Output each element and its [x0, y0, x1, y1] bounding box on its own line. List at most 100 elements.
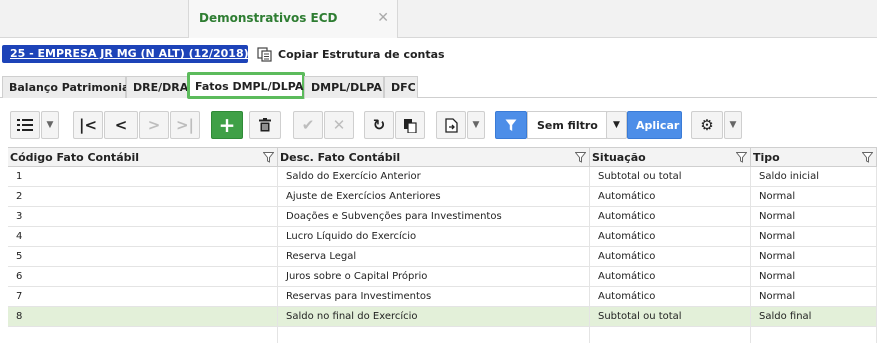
table-row-selected[interactable]: 8 Saldo no final do Exercício Subtotal o…: [8, 307, 877, 327]
filter-select[interactable]: Sem filtro: [527, 111, 607, 139]
column-header-tipo[interactable]: Tipo: [751, 148, 877, 167]
cell-descricao: Doações e Subvenções para Investimentos: [278, 207, 590, 227]
cell-descricao: Lucro Líquido do Exercício: [278, 227, 590, 247]
list-view-button[interactable]: [10, 111, 40, 139]
first-record-button[interactable]: |<: [73, 111, 103, 139]
cell-situacao: Automático: [590, 247, 751, 267]
cell-descricao: Juros sobre o Capital Próprio: [278, 267, 590, 287]
filter-dropdown[interactable]: ▼: [606, 111, 627, 139]
cancel-button[interactable]: ✕: [324, 111, 354, 139]
cell-tipo: Normal: [751, 207, 877, 227]
column-filter-icon[interactable]: [736, 152, 747, 163]
table-row[interactable]: 5 Reserva Legal Automático Normal: [8, 247, 877, 267]
next-icon: >: [147, 116, 161, 134]
column-filter-icon[interactable]: [575, 152, 586, 163]
list-view-dropdown[interactable]: ▼: [41, 111, 59, 139]
empty-cell: [751, 327, 877, 343]
table-row[interactable]: 1 Saldo do Exercício Anterior Subtotal o…: [8, 167, 877, 187]
chevron-down-icon: ▼: [472, 120, 480, 130]
table-row[interactable]: 3 Doações e Subvenções para Investimento…: [8, 207, 877, 227]
column-filter-icon[interactable]: [862, 152, 873, 163]
cell-codigo: 8: [8, 307, 278, 327]
empty-cell: [590, 327, 751, 343]
copy-structure-label: Copiar Estrutura de contas: [278, 47, 445, 61]
cell-descricao: Saldo do Exercício Anterior: [278, 167, 590, 187]
tab-dmpl-dlpa[interactable]: DMPL/DLPA: [304, 76, 384, 98]
confirm-icon: ✔: [301, 116, 315, 134]
empty-cell: [278, 327, 590, 343]
cell-codigo: 1: [8, 167, 278, 187]
next-record-button[interactable]: >: [139, 111, 169, 139]
export-button[interactable]: [436, 111, 466, 139]
chevron-down-icon: ▼: [613, 120, 620, 130]
cell-situacao: Subtotal ou total: [590, 167, 751, 187]
cell-tipo: Normal: [751, 287, 877, 307]
copy-structure-icon: [257, 46, 272, 62]
table-row[interactable]: 7 Reservas para Investimentos Automático…: [8, 287, 877, 307]
column-header-situacao[interactable]: Situação: [590, 148, 751, 167]
refresh-button[interactable]: ↻: [364, 111, 394, 139]
column-header-label: Tipo: [753, 151, 780, 164]
close-icon[interactable]: ✕: [377, 10, 389, 26]
cell-situacao: Automático: [590, 287, 751, 307]
previous-record-button[interactable]: <: [104, 111, 138, 139]
column-header-codigo[interactable]: Código Fato Contábil: [8, 148, 278, 167]
filter-button[interactable]: [495, 111, 527, 139]
company-selector-link[interactable]: 25 - EMPRESA JR MG (N ALT) (12/2018): [2, 45, 249, 63]
cell-tipo: Normal: [751, 187, 877, 207]
last-record-button[interactable]: >|: [170, 111, 200, 139]
cell-descricao: Ajuste de Exercícios Anteriores: [278, 187, 590, 207]
table-row[interactable]: 4 Lucro Líquido do Exercício Automático …: [8, 227, 877, 247]
settings-button[interactable]: ⚙: [691, 111, 723, 139]
window-tab-title: Demonstrativos ECD: [199, 11, 338, 25]
column-header-descricao[interactable]: Desc. Fato Contábil: [278, 148, 590, 167]
cell-tipo: Normal: [751, 247, 877, 267]
cell-descricao: Saldo no final do Exercício: [278, 307, 590, 327]
first-icon: |<: [78, 116, 98, 134]
cell-situacao: Automático: [590, 227, 751, 247]
cell-situacao: Subtotal ou total: [590, 307, 751, 327]
copy-structure-button[interactable]: Copiar Estrutura de contas: [257, 45, 445, 63]
tab-balanco-patrimonial[interactable]: Balanço Patrimonial: [2, 76, 133, 98]
column-header-label: Código Fato Contábil: [10, 151, 140, 164]
empty-row: [8, 327, 877, 343]
export-dropdown[interactable]: ▼: [467, 111, 485, 139]
chevron-down-icon: ▼: [46, 120, 54, 130]
export-icon: [444, 117, 458, 133]
data-grid: Código Fato Contábil Desc. Fato Contábil…: [8, 147, 877, 343]
cell-codigo: 2: [8, 187, 278, 207]
cell-codigo: 6: [8, 267, 278, 287]
apply-filter-button[interactable]: Aplicar: [627, 111, 682, 139]
previous-icon: <: [114, 116, 128, 134]
column-filter-icon[interactable]: [263, 152, 274, 163]
column-header-label: Desc. Fato Contábil: [280, 151, 401, 164]
add-button[interactable]: +: [211, 111, 243, 139]
cell-codigo: 3: [8, 207, 278, 227]
refresh-icon: ↻: [372, 116, 386, 134]
cell-codigo: 4: [8, 227, 278, 247]
cancel-icon: ✕: [332, 116, 346, 134]
delete-button[interactable]: [249, 111, 281, 139]
tab-dfc[interactable]: DFC: [384, 76, 418, 98]
settings-dropdown[interactable]: ▼: [724, 111, 742, 139]
delete-icon: [259, 118, 271, 132]
cell-tipo: Normal: [751, 227, 877, 247]
tab-dre-dra[interactable]: DRE/DRA: [126, 76, 188, 98]
confirm-button[interactable]: ✔: [293, 111, 323, 139]
cell-tipo: Saldo final: [751, 307, 877, 327]
cell-situacao: Automático: [590, 207, 751, 227]
window-tab-demonstrativos[interactable]: Demonstrativos ECD ✕: [188, 0, 398, 38]
add-icon: +: [218, 113, 236, 137]
settings-icon: ⚙: [700, 116, 714, 134]
cell-descricao: Reserva Legal: [278, 247, 590, 267]
clipboard-icon: [404, 118, 417, 133]
cell-situacao: Automático: [590, 267, 751, 287]
module-tabs: Balanço Patrimonial DRE/DRA Fatos DMPL/D…: [0, 72, 877, 99]
tab-fatos-dmpl-dlpa[interactable]: Fatos DMPL/DLPA: [187, 72, 305, 99]
clipboard-button[interactable]: [395, 111, 425, 139]
cell-tipo: Normal: [751, 267, 877, 287]
last-icon: >|: [175, 116, 195, 134]
table-row[interactable]: 6 Juros sobre o Capital Próprio Automáti…: [8, 267, 877, 287]
grid-header: Código Fato Contábil Desc. Fato Contábil…: [8, 148, 877, 167]
table-row[interactable]: 2 Ajuste de Exercícios Anteriores Automá…: [8, 187, 877, 207]
